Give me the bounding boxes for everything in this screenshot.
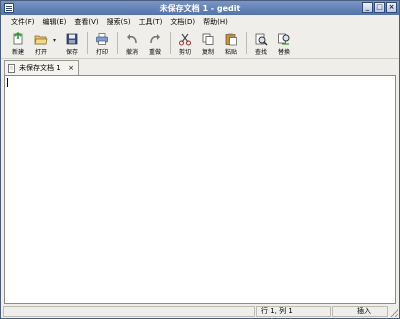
menu-file[interactable]: 文件(F) [7,15,39,28]
new-button[interactable]: 新建 [7,29,29,56]
status-message [3,306,255,317]
folder-icon [34,35,48,45]
toolbar-separator [246,32,247,54]
printer-icon [96,33,108,45]
title-bar[interactable]: 未保存文档 1 - gedit _ □ × [1,1,399,15]
open-label: 打开 [34,49,47,56]
undo-label: 撤消 [125,49,138,56]
find-label: 查找 [254,49,267,56]
copy-button[interactable]: 复制 [197,29,219,56]
cursor-position: 行 1, 列 1 [256,306,331,317]
toolbar-separator [117,32,118,54]
copy-label: 复制 [201,49,214,56]
resize-grip-icon[interactable] [390,309,398,317]
open-recent-dropdown[interactable]: ▾ [53,29,61,44]
replace-icon [278,33,290,45]
save-icon [66,33,78,45]
redo-icon [150,34,160,44]
document-icon [8,63,15,73]
tab-document-1[interactable]: 未保存文档 1 × [4,60,79,75]
text-cursor [7,78,8,87]
menu-bar: 文件(F) 编辑(E) 查看(V) 搜索(S) 工具(T) 文档(D) 帮助(H… [1,15,399,28]
menu-view[interactable]: 查看(V) [70,15,102,28]
clipboard-icon [225,33,237,46]
new-label: 新建 [11,49,24,56]
cut-button[interactable]: 剪切 [174,29,196,56]
menu-documents[interactable]: 文档(D) [166,15,199,28]
text-editor[interactable] [4,75,396,304]
minimize-button[interactable]: _ [362,2,373,13]
paste-label: 粘贴 [224,49,237,56]
replace-button[interactable]: 替换 [273,29,295,56]
print-label: 打印 [95,49,108,56]
find-button[interactable]: 查找 [250,29,272,56]
toolbar-separator [87,32,88,54]
find-icon [255,33,268,46]
status-bar: 行 1, 列 1 插入 [1,305,399,318]
menu-search[interactable]: 搜索(S) [103,15,135,28]
replace-label: 替换 [277,49,290,56]
gedit-window: 未保存文档 1 - gedit _ □ × 文件(F) 编辑(E) 查看(V) … [0,0,400,319]
scissors-icon [179,33,191,46]
tab-bar: 未保存文档 1 × [1,60,399,75]
maximize-button[interactable]: □ [374,2,385,13]
insert-mode: 插入 [332,306,388,317]
undo-button[interactable]: 撤消 [121,29,143,56]
new-document-icon [13,32,23,45]
menu-edit[interactable]: 编辑(E) [39,15,71,28]
close-button[interactable]: × [386,2,397,13]
save-button[interactable]: 保存 [61,29,83,56]
paste-button[interactable]: 粘贴 [220,29,242,56]
toolbar: 新建 打开 ▾ 保存 打印 撤消 重做 剪切 复制 粘贴 查找 替换 [1,29,399,59]
menu-help[interactable]: 帮助(H) [199,15,232,28]
redo-label: 重做 [148,49,161,56]
undo-icon [127,34,137,44]
cut-label: 剪切 [178,49,191,56]
tab-close-icon[interactable]: × [68,64,74,72]
tab-label: 未保存文档 1 [19,64,61,72]
redo-button[interactable]: 重做 [144,29,166,56]
menu-tools[interactable]: 工具(T) [135,15,167,28]
print-button[interactable]: 打印 [91,29,113,56]
toolbar-separator [170,32,171,54]
copy-icon [202,33,214,45]
open-button[interactable]: 打开 [30,29,52,56]
save-label: 保存 [65,49,78,56]
window-title: 未保存文档 1 - gedit [159,4,241,13]
